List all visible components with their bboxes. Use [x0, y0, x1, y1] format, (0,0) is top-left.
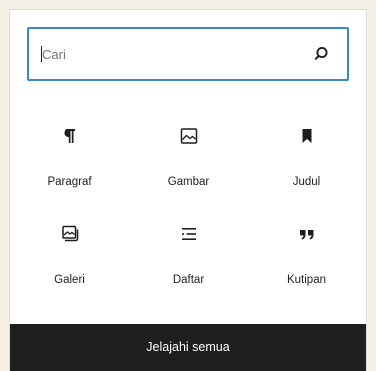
block-item-gambar[interactable]: Gambar [129, 108, 248, 188]
bookmark-icon [302, 129, 311, 143]
block-item-paragraf[interactable]: Paragraf [10, 108, 129, 188]
block-item-galeri[interactable]: Galeri [10, 206, 129, 286]
browse-all-button[interactable]: Jelajahi semua [10, 324, 366, 371]
gallery-icon [61, 225, 78, 242]
search-box[interactable] [27, 27, 349, 81]
list-icon [181, 228, 196, 240]
search-icon[interactable] [314, 45, 332, 63]
text-caret [41, 46, 42, 62]
block-label: Paragraf [47, 176, 92, 188]
image-icon [180, 128, 197, 144]
block-item-kutipan[interactable]: Kutipan [247, 206, 366, 286]
block-item-judul[interactable]: Judul [247, 108, 366, 188]
block-item-daftar[interactable]: Daftar [129, 206, 248, 286]
block-label: Gambar [167, 176, 210, 188]
block-label: Daftar [172, 274, 205, 286]
block-inserter-panel: Paragraf Gambar Judul Galeri [10, 10, 366, 371]
block-label: Galeri [54, 274, 85, 286]
block-label: Judul [292, 176, 321, 188]
block-label: Kutipan [286, 274, 326, 286]
search-input[interactable] [29, 29, 312, 79]
paragraph-icon [64, 129, 75, 143]
quote-icon [299, 230, 313, 240]
